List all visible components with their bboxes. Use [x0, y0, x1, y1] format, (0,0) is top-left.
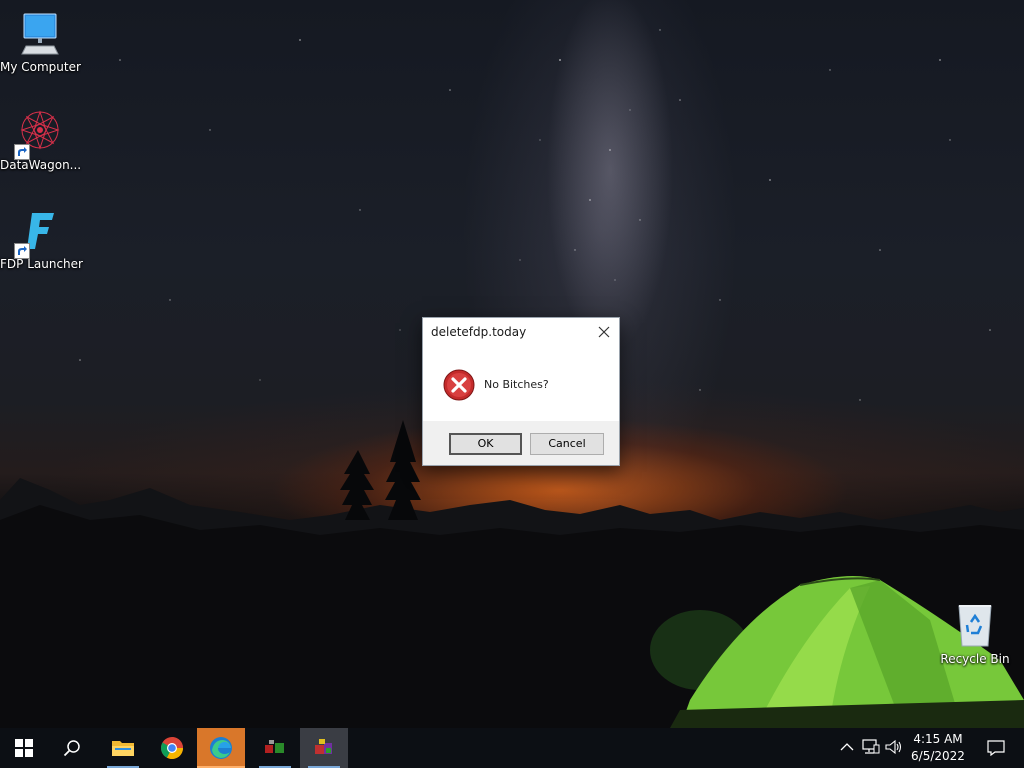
dialog-titlebar[interactable]: deletefdp.today: [423, 318, 619, 346]
desktop-icon-datawagon[interactable]: DataWagon...: [0, 108, 82, 172]
taskbar-clock[interactable]: 4:15 AM 6/5/2022: [904, 731, 972, 765]
desktop-icon-fdp-launcher[interactable]: FDP Launcher: [0, 207, 83, 271]
fdp-launcher-icon: [14, 207, 64, 259]
taskbar-app-2[interactable]: [300, 728, 348, 768]
desktop-icon-recycle-bin[interactable]: Recycle Bin: [935, 602, 1015, 666]
taskbar-edge[interactable]: [197, 728, 245, 768]
notification-icon: [987, 740, 1005, 756]
taskbar-app-1[interactable]: [251, 728, 299, 768]
search-icon: [63, 740, 80, 757]
dialog-body: No Bitches?: [423, 346, 619, 421]
clock-date: 6/5/2022: [911, 749, 965, 763]
edge-icon: [210, 737, 232, 759]
desktop-icon-label: DataWagon...: [0, 158, 82, 172]
dialog-button-row: OK Cancel: [423, 421, 619, 465]
ok-button[interactable]: OK: [449, 433, 522, 455]
taskbar-chrome[interactable]: [148, 728, 196, 768]
recycle-bin-icon: [951, 602, 999, 650]
dialog-message: No Bitches?: [484, 378, 549, 391]
close-icon: [598, 326, 610, 338]
dialog-title: deletefdp.today: [431, 325, 527, 339]
message-dialog: deletefdp.today No Bitches? OK Cancel: [422, 317, 620, 466]
computer-icon: [16, 10, 64, 58]
desktop-icon-label: FDP Launcher: [0, 257, 83, 271]
network-icon[interactable]: [862, 739, 880, 755]
volume-icon[interactable]: [885, 739, 903, 755]
shortcut-arrow-icon: [14, 243, 30, 259]
taskbar: 4:15 AM 6/5/2022: [0, 728, 1024, 768]
start-button[interactable]: [0, 728, 48, 768]
chrome-icon: [161, 737, 183, 760]
desktop-icon-label: My Computer: [0, 60, 81, 74]
cancel-button[interactable]: Cancel: [530, 433, 604, 455]
notification-center-button[interactable]: [976, 728, 1016, 768]
desktop-icon-label: Recycle Bin: [940, 652, 1010, 666]
clock-time: 4:15 AM: [913, 732, 963, 746]
chevron-up-icon[interactable]: [840, 742, 854, 752]
desktop-icon-my-computer[interactable]: My Computer: [0, 10, 81, 74]
app-icon: [315, 739, 332, 754]
datawagon-icon: [14, 108, 64, 160]
search-button[interactable]: [48, 728, 96, 768]
system-tray: [836, 728, 902, 768]
error-icon: [443, 369, 475, 401]
folder-icon: [112, 741, 134, 756]
shortcut-arrow-icon: [14, 144, 30, 160]
taskbar-file-explorer[interactable]: [99, 728, 147, 768]
windows-logo-icon: [15, 739, 33, 757]
close-button[interactable]: [595, 323, 613, 341]
app-icon: [265, 740, 284, 753]
